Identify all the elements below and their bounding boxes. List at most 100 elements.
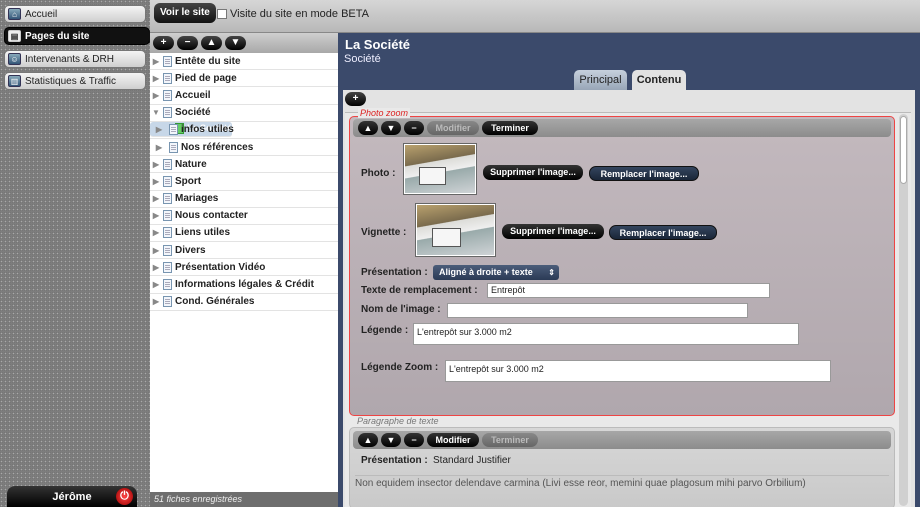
tree-item[interactable]: ▶ Accueil	[150, 87, 338, 105]
section-label: Paragraphe de texte	[357, 416, 439, 426]
modifier-button[interactable]: Modifier	[427, 433, 479, 447]
tree-item[interactable]: ▶ Informations légales & Crédit	[150, 276, 338, 294]
scrollbar-thumb[interactable]	[900, 116, 907, 184]
tree-item[interactable]: ▶ Mariages	[150, 191, 338, 208]
tree-item-label: Cond. Générales	[175, 296, 255, 308]
page-icon	[163, 261, 172, 273]
sidebar-item-pages-du-site[interactable]: ▤ Pages du site	[4, 27, 158, 45]
tree-item[interactable]: ▶ infos utiles	[150, 122, 338, 139]
chevron-right-icon[interactable]: ▶	[150, 74, 162, 83]
paragraphe-block: Paragraphe de texte ▲ ▼ − Modifier Termi…	[349, 416, 895, 507]
tree-item[interactable]: ▶ Divers	[150, 242, 338, 260]
tree-item-label: Mariages	[175, 193, 219, 205]
legende-label: Légende :	[361, 325, 409, 336]
scrollbar[interactable]	[899, 114, 908, 506]
remplacer-vignette-button[interactable]: Remplacer l'image...	[609, 225, 717, 240]
legende-zoom-label: Légende Zoom :	[361, 362, 439, 373]
page-title: La Société	[345, 37, 411, 52]
sidebar-item-label: Intervenants & DRH	[25, 53, 114, 65]
move-down-icon[interactable]: ▼	[381, 121, 401, 135]
chart-icon: ▥	[8, 75, 21, 87]
power-icon[interactable]: ⏻	[116, 488, 133, 505]
move-up-icon[interactable]: ▲	[358, 121, 378, 135]
page-icon	[163, 175, 172, 187]
tree-item[interactable]: ▶ Cond. Générales	[150, 294, 338, 311]
chevron-down-icon[interactable]: ▼	[150, 108, 162, 117]
remove-icon[interactable]: −	[404, 433, 424, 447]
move-up-button[interactable]: ▲	[201, 36, 222, 50]
chevron-right-icon[interactable]: ▶	[150, 194, 162, 203]
nom-image-input[interactable]	[447, 303, 748, 318]
add-block-button[interactable]: +	[345, 92, 366, 106]
chevron-right-icon[interactable]: ▶	[150, 160, 162, 169]
chevron-right-icon[interactable]: ▶	[150, 246, 162, 255]
terminer-button[interactable]: Terminer	[482, 121, 538, 135]
tree-item[interactable]: ▶ Nous contacter	[150, 208, 338, 225]
page-icon	[163, 244, 172, 256]
chevron-right-icon[interactable]: ▶	[150, 143, 168, 152]
tree-item[interactable]: ▶ Pied de page	[150, 70, 338, 88]
move-down-icon[interactable]: ▼	[381, 433, 401, 447]
legende-zoom-textarea[interactable]: L'entrepôt sur 3.000 m2	[445, 360, 831, 382]
tree-item[interactable]: ▶ Sport	[150, 173, 338, 191]
tree-list: ▶ Entête du site ▶ Pied de page ▶ Accueil ▼ Soc…	[150, 53, 338, 311]
chevron-right-icon[interactable]: ▶	[150, 263, 162, 272]
presentation-select[interactable]: Aligné à droite + texte ⇕	[433, 265, 559, 280]
checkbox-icon[interactable]	[217, 9, 227, 19]
texte-remplacement-label: Texte de remplacement :	[361, 285, 478, 296]
chevron-right-icon[interactable]: ▶	[150, 91, 162, 100]
sidebar-item-statistiques[interactable]: ▥ Statistiques & Traffic	[4, 72, 146, 90]
sidebar-item-intervenants[interactable]: ☺ Intervenants & DRH	[4, 50, 146, 68]
tree-item-label: Nos références	[181, 141, 254, 153]
presentation-label: Présentation :	[361, 455, 428, 466]
modifier-button[interactable]: Modifier	[427, 121, 479, 135]
page-tree: + − ▲ ▼ ▶ Entête du site ▶ Pied de page ▶ Acc…	[150, 33, 338, 507]
legende-textarea[interactable]: L'entrepôt sur 3.000 m2	[413, 323, 799, 345]
supprimer-vignette-button[interactable]: Supprimer l'image...	[502, 224, 604, 239]
move-down-button[interactable]: ▼	[225, 36, 246, 50]
tree-item-label: Pied de page	[175, 72, 237, 84]
blocks-list: Photo zoom ▲ ▼ − Modifier Terminer Photo…	[345, 108, 911, 507]
page-icon	[163, 158, 172, 170]
texte-remplacement-input[interactable]: Entrepôt	[487, 283, 770, 298]
chevron-updown-icon: ⇕	[548, 268, 555, 277]
sidebar-item-accueil[interactable]: ⌂ Accueil	[4, 5, 146, 23]
photo-thumbnail	[403, 143, 477, 195]
move-up-icon[interactable]: ▲	[358, 433, 378, 447]
tab-contenu[interactable]: Contenu	[632, 70, 686, 90]
chevron-right-icon[interactable]: ▶	[150, 125, 168, 134]
chevron-right-icon[interactable]: ▶	[150, 280, 162, 289]
add-page-button[interactable]: +	[153, 36, 174, 50]
tree-item[interactable]: ▶ Présentation Vidéo	[150, 259, 338, 277]
presentation-value: Aligné à droite + texte	[439, 267, 533, 277]
block-toolbar: ▲ ▼ − Modifier Terminer	[353, 431, 891, 449]
user-name: Jérôme	[52, 490, 92, 503]
tab-principal[interactable]: Principal	[574, 70, 627, 90]
tree-toolbar: + − ▲ ▼	[150, 33, 338, 53]
tree-item[interactable]: ▶ Entête du site	[150, 53, 338, 71]
photo-label: Photo :	[361, 168, 396, 179]
tree-item[interactable]: ▼ Société	[150, 105, 338, 122]
tree-item[interactable]: ▶ Liens utiles	[150, 225, 338, 243]
remplacer-photo-button[interactable]: Remplacer l'image...	[589, 166, 699, 181]
chevron-right-icon[interactable]: ▶	[150, 211, 162, 220]
tree-item[interactable]: ▶ Nature	[150, 156, 338, 174]
page-icon	[169, 141, 178, 153]
chevron-right-icon[interactable]: ▶	[150, 297, 162, 306]
tree-item[interactable]: ▶ Nos références	[150, 139, 338, 157]
chevron-right-icon[interactable]: ▶	[150, 57, 162, 66]
tree-item-label: Liens utiles	[175, 227, 231, 239]
voir-le-site-button[interactable]: Voir le site	[154, 3, 216, 23]
sidebar-item-label: Statistiques & Traffic	[25, 75, 116, 87]
supprimer-photo-button[interactable]: Supprimer l'image...	[483, 165, 583, 180]
terminer-button[interactable]: Terminer	[482, 433, 538, 447]
presentation-value: Standard Justifier	[433, 455, 511, 466]
beta-checkbox[interactable]: Visite du site en mode BETA	[217, 8, 369, 20]
remove-page-button[interactable]: −	[177, 36, 198, 50]
remove-icon[interactable]: −	[404, 121, 424, 135]
page-subtitle: Société	[344, 53, 381, 65]
chevron-right-icon[interactable]: ▶	[150, 177, 162, 186]
tree-item-label: Entête du site	[175, 55, 241, 67]
chevron-right-icon[interactable]: ▶	[150, 228, 162, 237]
tree-item-label: Divers	[175, 244, 206, 256]
